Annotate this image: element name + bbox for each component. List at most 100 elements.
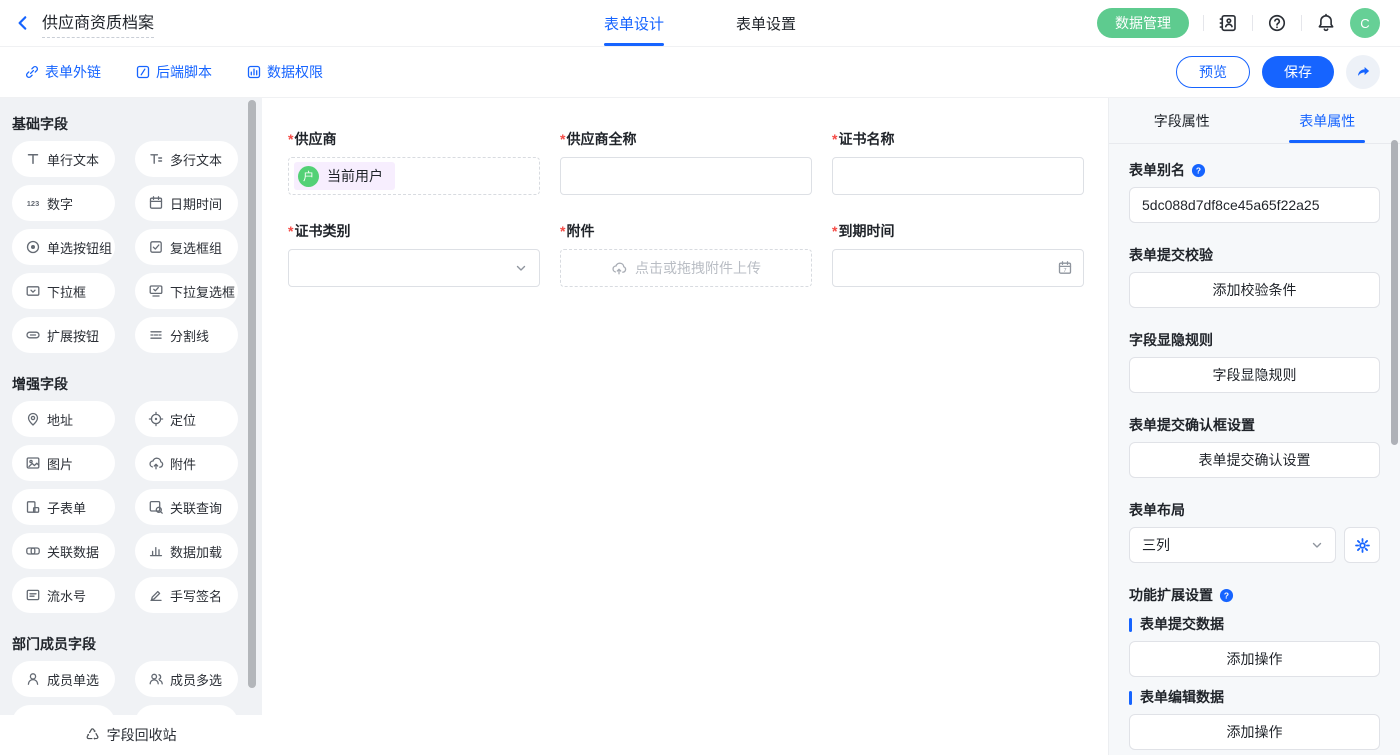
- panel-action-button[interactable]: 表单提交确认设置: [1129, 442, 1380, 478]
- field-type-item[interactable]: 地址: [12, 401, 115, 437]
- form-layout-label: 表单布局: [1129, 502, 1185, 519]
- field-type-item[interactable]: 关联数据: [12, 533, 115, 569]
- cloud-upload-icon: [611, 260, 627, 276]
- properties-tab[interactable]: 字段属性: [1109, 98, 1255, 143]
- field-type-item[interactable]: 123数字: [12, 185, 115, 221]
- address-book-icon[interactable]: [1218, 13, 1238, 33]
- date-field[interactable]: 7: [832, 249, 1084, 287]
- add-operation-button[interactable]: 添加操作: [1129, 714, 1380, 750]
- field-type-item[interactable]: 成员多选: [135, 661, 238, 697]
- layout-settings-button[interactable]: [1344, 527, 1380, 563]
- field-label: *附件: [560, 223, 812, 240]
- calendar-icon: 7: [1057, 260, 1073, 276]
- field-type-item[interactable]: 图片: [12, 445, 115, 481]
- upload-field[interactable]: 点击或拖拽附件上传: [560, 249, 812, 287]
- field-sidebar: 基础字段单行文本多行文本123数字日期时间单选按钮组复选框组下拉框下拉复选框扩展…: [0, 98, 262, 755]
- textarea-icon: [148, 151, 164, 167]
- add-operation-button[interactable]: 添加操作: [1129, 641, 1380, 677]
- target-icon: [148, 411, 164, 427]
- app-root: 供应商资质档案 表单设计表单设置 数据管理 C 表单外链后端脚本数据权限 预览 …: [0, 0, 1400, 755]
- field-type-label: 成员单选: [47, 670, 99, 689]
- toolbar-link[interactable]: 后端脚本: [135, 62, 212, 82]
- sidebar-scrollbar[interactable]: [248, 100, 256, 688]
- select-field[interactable]: [288, 249, 540, 287]
- header-tab[interactable]: 表单设置: [736, 0, 796, 46]
- svg-text:7: 7: [1063, 268, 1066, 274]
- number-icon: 123: [25, 195, 41, 211]
- panel-action-button[interactable]: 字段显隐规则: [1129, 357, 1380, 393]
- required-asterisk: *: [288, 223, 293, 239]
- bell-icon[interactable]: [1316, 13, 1336, 33]
- field-type-item[interactable]: 定位: [135, 401, 238, 437]
- field-type-label: 单行文本: [47, 150, 99, 169]
- toolbar-link-label: 数据权限: [267, 62, 323, 82]
- data-manage-button[interactable]: 数据管理: [1097, 8, 1189, 38]
- buttonpill-icon: [25, 327, 41, 343]
- top-header: 供应商资质档案 表单设计表单设置 数据管理 C: [0, 0, 1400, 47]
- preview-button[interactable]: 预览: [1176, 56, 1250, 88]
- field-type-item[interactable]: 附件: [135, 445, 238, 481]
- field-type-item[interactable]: 成员单选: [12, 661, 115, 697]
- field-type-label: 日期时间: [170, 194, 222, 213]
- form-alias-input[interactable]: 5dc088d7df8ce45a65f22a25: [1129, 187, 1380, 223]
- properties-tab[interactable]: 表单属性: [1255, 98, 1400, 143]
- field-type-item[interactable]: 下拉框: [12, 273, 115, 309]
- required-asterisk: *: [560, 223, 565, 239]
- field-type-item[interactable]: 数据加载: [135, 533, 238, 569]
- extension-group-label: 表单提交数据: [1129, 616, 1380, 633]
- toolbar-link[interactable]: 数据权限: [246, 62, 323, 82]
- panel-scrollbar[interactable]: [1391, 140, 1398, 445]
- field-type-item[interactable]: 日期时间: [135, 185, 238, 221]
- text-input[interactable]: [560, 157, 812, 195]
- field-type-item[interactable]: 单选按钮组: [12, 229, 115, 265]
- form-grid: *供应商户当前用户*供应商全称*证书名称*证书类别*附件点击或拖拽附件上传*到期…: [288, 131, 1084, 287]
- field-type-item[interactable]: 关联查询: [135, 489, 238, 525]
- field-recycle-button[interactable]: ♺ 字段回收站: [0, 715, 262, 755]
- field-type-item[interactable]: 手写签名: [135, 577, 238, 613]
- field-type-item[interactable]: 扩展按钮: [12, 317, 115, 353]
- svg-text:123: 123: [27, 199, 40, 208]
- permission-icon: [246, 64, 262, 80]
- field-type-item[interactable]: 分割线: [135, 317, 238, 353]
- share-button[interactable]: [1346, 55, 1380, 89]
- help-icon[interactable]: ?: [1191, 163, 1206, 178]
- field-label: *供应商全称: [560, 131, 812, 148]
- header-tab[interactable]: 表单设计: [604, 0, 664, 46]
- share-icon: [1355, 64, 1371, 80]
- user-select-field[interactable]: 户当前用户: [288, 157, 540, 195]
- field-type-item[interactable]: 单行文本: [12, 141, 115, 177]
- field-type-label: 数据加载: [170, 542, 222, 561]
- chevron-down-icon: [513, 260, 529, 276]
- avatar[interactable]: C: [1350, 8, 1380, 38]
- help-icon[interactable]: [1267, 13, 1287, 33]
- form-layout-select[interactable]: 三列: [1129, 527, 1336, 563]
- header-tabs: 表单设计 表单设置: [604, 0, 796, 46]
- field-type-item[interactable]: 下拉复选框: [135, 273, 238, 309]
- back-icon[interactable]: [14, 14, 32, 32]
- current-user-tag[interactable]: 户当前用户: [294, 162, 395, 190]
- field-type-label: 地址: [47, 410, 73, 429]
- field-type-item[interactable]: 复选框组: [135, 229, 238, 265]
- field-type-label: 分割线: [170, 326, 209, 345]
- user-tag-label: 当前用户: [327, 166, 383, 186]
- sidebar-scroll-area: 基础字段单行文本多行文本123数字日期时间单选按钮组复选框组下拉框下拉复选框扩展…: [0, 98, 262, 755]
- image-icon: [25, 455, 41, 471]
- divider: [1252, 15, 1253, 31]
- extension-group-label: 表单编辑数据: [1129, 689, 1380, 706]
- save-button[interactable]: 保存: [1262, 56, 1334, 88]
- panel-section-title: 表单提交确认框设置: [1129, 417, 1380, 434]
- field-type-item[interactable]: 流水号: [12, 577, 115, 613]
- lookup-icon: [148, 499, 164, 515]
- checkbox-icon: [148, 239, 164, 255]
- text-input[interactable]: [832, 157, 1084, 195]
- toolbar-link[interactable]: 表单外链: [24, 62, 101, 82]
- help-icon[interactable]: ?: [1219, 588, 1234, 603]
- panel-section-title: 表单提交校验: [1129, 247, 1380, 264]
- field-type-item[interactable]: 多行文本: [135, 141, 238, 177]
- toolbar-links: 表单外链 后端脚本 数据权限: [24, 62, 323, 82]
- form-field: *附件点击或拖拽附件上传: [560, 223, 812, 287]
- field-type-item[interactable]: 子表单: [12, 489, 115, 525]
- field-type-label: 下拉框: [47, 282, 86, 301]
- required-asterisk: *: [288, 131, 293, 147]
- panel-action-button[interactable]: 添加校验条件: [1129, 272, 1380, 308]
